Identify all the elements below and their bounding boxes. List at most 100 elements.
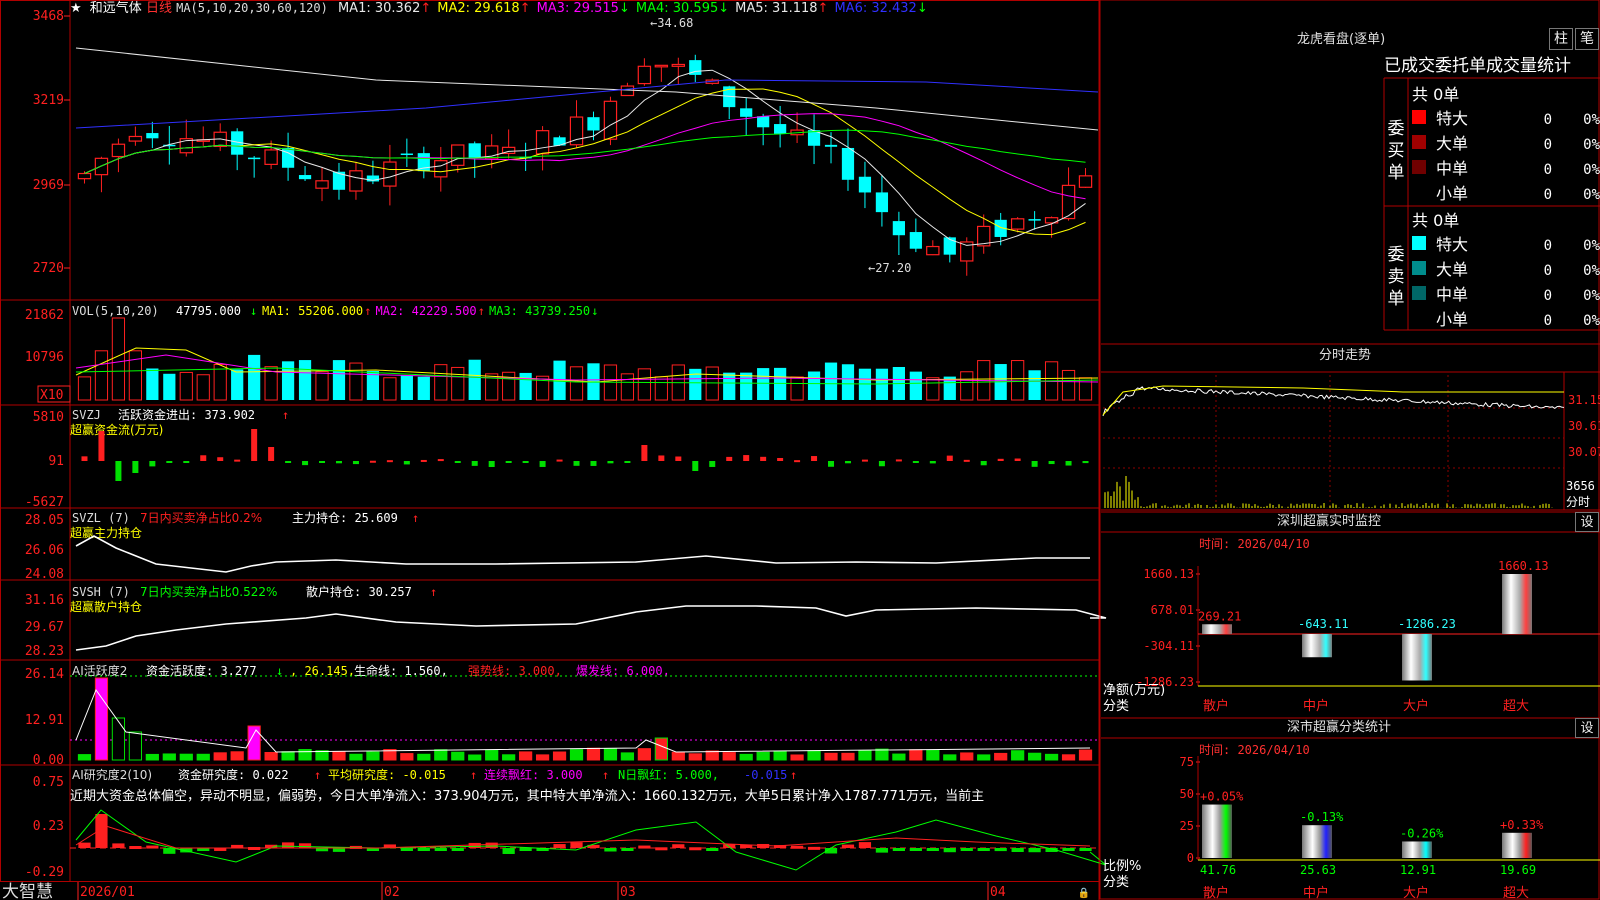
svzj-bar	[556, 459, 563, 462]
monitor-settings-button[interactable]: 设	[1575, 512, 1599, 532]
ai1-bar	[1044, 753, 1059, 761]
ai1-bar	[1061, 754, 1076, 761]
volume-bar-down	[909, 371, 922, 400]
svzj-bar	[98, 431, 105, 461]
svzj-axis-label: -5627	[25, 495, 64, 510]
candle-up	[637, 65, 652, 85]
high-price-marker: ←34.68	[650, 16, 693, 30]
ai2-continuous: 连续飘红: 3.000	[484, 767, 583, 782]
ai1-axis-label: 0.00	[33, 753, 64, 768]
ai1-bar	[841, 752, 855, 761]
svzl-arrow: ↑	[412, 511, 419, 525]
svzj-bar	[641, 445, 648, 461]
volume-bar-up	[620, 373, 635, 401]
candle-down	[248, 157, 261, 160]
ai1-bar	[671, 751, 685, 761]
date-label: 2026/01	[80, 885, 135, 900]
svzj-subtitle: 超赢资金流(万元)	[70, 422, 163, 437]
ai2-bar	[146, 845, 159, 849]
ai2-bar	[519, 848, 532, 851]
candle-up	[535, 130, 550, 155]
ai1-axis-label: 26.14	[25, 667, 64, 682]
price-axis-label: 3468	[33, 9, 64, 24]
ai2-bar	[485, 842, 498, 848]
ai1-arrow: ↓	[276, 664, 283, 678]
volume-bar-down	[841, 364, 855, 400]
svzj-bar	[811, 456, 818, 461]
svzj-bar	[794, 460, 801, 463]
price-axis-label: 2720	[33, 261, 64, 276]
ma-arrow: ↑	[420, 1, 432, 16]
candle-down	[892, 221, 905, 236]
svzj-bar	[658, 455, 665, 461]
date-label: 03	[620, 885, 636, 900]
ai1-bar	[705, 750, 719, 761]
svzj-bar	[319, 461, 326, 463]
svzj-arrow: ↑	[282, 408, 289, 422]
ai1-bar	[960, 752, 974, 761]
ai1-bar	[434, 749, 448, 761]
ai1-bar	[230, 751, 244, 761]
class-settings-button[interactable]: 设	[1575, 718, 1599, 738]
date-label: 04	[990, 885, 1006, 900]
candle-down	[587, 117, 600, 131]
ai1-bar	[1028, 752, 1042, 761]
svzj-bar	[471, 461, 478, 466]
ai2-bar	[638, 845, 651, 849]
column-view-button[interactable]: 柱	[1549, 28, 1573, 50]
period-label[interactable]: 日线	[146, 1, 172, 16]
svzj-bar	[1082, 461, 1089, 464]
ai1-bar	[179, 753, 193, 761]
svzj-bars	[81, 429, 1089, 481]
svzl-subtitle: 超赢主力持仓	[70, 525, 142, 540]
ai1-bar	[485, 749, 499, 761]
lock-icon: 🔒	[1078, 887, 1090, 899]
ai1-bar	[451, 751, 465, 761]
svzj-bar	[946, 455, 953, 461]
tick-view-button[interactable]: 笔	[1575, 28, 1599, 50]
vol-ma-arrow: ↑	[478, 304, 485, 318]
ai2-comment: 近期大资金总体偏空，异动不明显，偏弱势，今日大单净流入：373.904万元，其中…	[70, 788, 984, 804]
svzj-bar	[1014, 458, 1021, 461]
ai1-bar	[688, 753, 702, 761]
ai2-axis-label: 0.75	[33, 775, 64, 790]
ai1-bar	[94, 677, 109, 761]
volume-bar-down	[332, 360, 346, 400]
svzj-bar	[302, 461, 309, 466]
ai1-bar	[875, 748, 889, 761]
ai1-bar	[926, 749, 940, 761]
right-panel: 龙虎看盘(逐单) 柱 笔 已成交委托单成交量统计 分时走势 深圳超赢实时监控 设…	[1101, 0, 1600, 900]
volume-bar-down	[807, 371, 821, 400]
low-price-marker: ←27.20	[868, 261, 911, 275]
ai2-bar	[875, 848, 889, 853]
ai2-bar	[977, 848, 990, 851]
ai2-bar	[740, 844, 753, 848]
ai2-bar	[1011, 848, 1024, 853]
ai2-bar	[129, 846, 142, 850]
volume-bar-up	[128, 350, 142, 401]
volume-bar-up	[196, 374, 210, 401]
ai1-bar	[552, 751, 567, 761]
vol-unit: X10	[40, 388, 63, 403]
candle-down	[875, 192, 889, 213]
svzj-bar	[369, 460, 376, 463]
ai1-bar	[909, 749, 923, 761]
volume-bar-down	[231, 369, 244, 400]
ma-arrow: ↑	[519, 1, 531, 16]
volume-bar-up	[451, 366, 465, 401]
volume-bar-down	[468, 359, 481, 400]
svsh-axis-label: 29.67	[25, 620, 64, 635]
date-label: 02	[384, 885, 400, 900]
ai2-bar	[1028, 848, 1041, 853]
vol-value: 47795.000	[176, 304, 241, 318]
volume-bar-down	[417, 376, 430, 400]
brand-logo: 大智慧	[2, 882, 53, 900]
ai2-bar	[909, 848, 922, 851]
ai1-bar	[773, 750, 787, 761]
volume-bar-up	[569, 366, 584, 401]
ai2-green-line	[75, 809, 1107, 871]
ai1-bar	[298, 749, 312, 761]
favorite-star-icon[interactable]: ★	[70, 1, 82, 16]
ma-title: MA(5,10,20,30,60,120)	[176, 1, 328, 15]
ai2-bar	[553, 844, 566, 848]
